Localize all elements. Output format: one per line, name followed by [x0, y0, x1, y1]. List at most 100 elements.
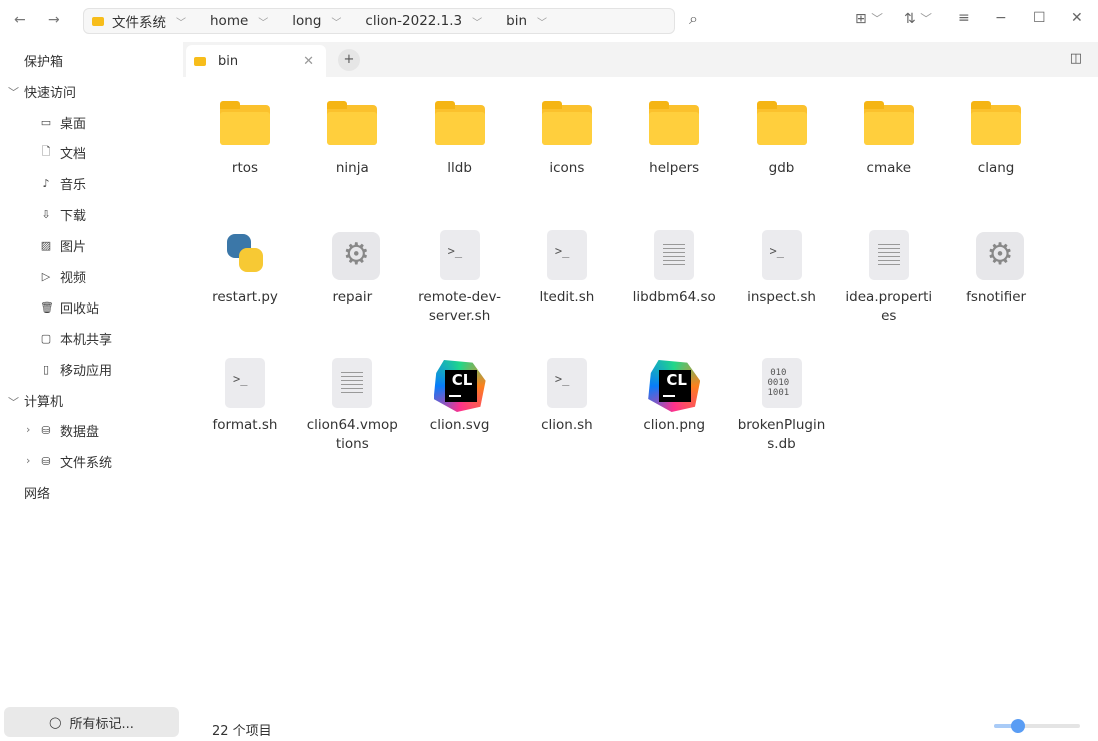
chevron-down-icon[interactable]: ﹀ [331, 14, 341, 29]
breadcrumb-label: home [210, 13, 249, 29]
file-item[interactable]: rtos [195, 101, 295, 178]
file-item[interactable]: cmake [839, 101, 939, 178]
file-item[interactable]: idea.properties [839, 229, 939, 326]
breadcrumb-label: bin [506, 13, 528, 29]
file-name: lldb [447, 160, 472, 176]
chevron-down-icon[interactable]: ﹀ [8, 84, 19, 100]
text-file-icon [654, 229, 695, 280]
file-name: helpers [649, 160, 700, 176]
file-name: clion.sh [541, 417, 593, 433]
file-item[interactable]: helpers [624, 101, 724, 178]
sidebar-item[interactable]: ▯ 移动应用 [40, 357, 112, 381]
file-item[interactable]: ⚙ repair [302, 230, 402, 307]
file-item[interactable]: libdbm64.so [624, 229, 724, 307]
sidebar-item-label: 桌面 [60, 116, 87, 132]
file-name: cmake [866, 160, 912, 176]
sidebar-item-network[interactable]: 网络 [24, 480, 50, 504]
sort-button[interactable]: ⇅ ﹀ [904, 10, 932, 27]
file-name: brokenPlugins.db [737, 417, 826, 452]
file-item[interactable]: ⚙ fsnotifier [946, 230, 1046, 307]
breadcrumb-item[interactable]: long ﹀ [292, 13, 341, 29]
gear-icon: ⚙ [976, 231, 1025, 280]
file-item[interactable]: >_ inspect.sh [732, 229, 832, 307]
file-grid: rtos ninja lldb icons helpers gdb cmake clang re… [183, 77, 1098, 741]
file-item[interactable]: lldb [410, 101, 510, 178]
sidebar-item[interactable]: ▭ 桌面 [40, 110, 86, 134]
all-tags-label: 所有标记... [69, 716, 134, 732]
file-item[interactable]: 010 0010 1001 brokenPlugins.db [732, 358, 832, 454]
file-item[interactable]: >_ remote-dev-server.sh [410, 229, 510, 326]
maximize-button[interactable]: ☐ [1033, 10, 1046, 26]
sidebar-item-data-disk[interactable]: ⛁ 数据盘 [40, 418, 99, 442]
forward-button[interactable]: → [48, 12, 60, 28]
minimize-button[interactable]: − [995, 10, 1007, 26]
detail-panel-icon[interactable]: ◫ [1070, 51, 1082, 66]
breadcrumb-label: clion-2022.1.3 [365, 13, 463, 29]
sidebar-section-computer[interactable]: 计算机 [24, 388, 63, 412]
file-name: ltedit.sh [539, 288, 595, 305]
sidebar-item-label: 文件系统 [60, 455, 113, 471]
download-icon: ⇩ [41, 208, 51, 222]
file-name: gdb [768, 160, 795, 176]
file-item[interactable]: ninja [302, 101, 402, 178]
chevron-down-icon[interactable]: ﹀ [8, 394, 19, 410]
breadcrumb-item[interactable]: bin ﹀ [506, 13, 547, 29]
script-file-icon: >_ [225, 358, 265, 408]
chevron-right-icon[interactable]: › [26, 454, 30, 467]
close-tab-icon[interactable]: ✕ [303, 54, 314, 69]
sidebar-item[interactable]: ▢ 本机共享 [40, 326, 112, 350]
sidebar-item-vault[interactable]: 保护箱 [24, 48, 63, 72]
breadcrumb-item[interactable]: clion-2022.1.3 ﹀ [365, 13, 482, 29]
file-item[interactable]: clion64.vmoptions [302, 358, 402, 454]
tab-bin[interactable]: bin ✕ [186, 45, 326, 77]
sidebar-item-label: 音乐 [60, 178, 87, 194]
file-item[interactable]: restart.py [195, 230, 295, 307]
file-name: format.sh [212, 417, 278, 433]
sidebar-item[interactable]: ▷ 视频 [40, 265, 86, 289]
back-button[interactable]: ← [14, 12, 26, 28]
chevron-down-icon[interactable]: ﹀ [258, 14, 268, 29]
sidebar-section-quick-access[interactable]: 快速访问 [24, 79, 76, 103]
sidebar-item-filesystem[interactable]: ⛁ 文件系统 [40, 449, 112, 473]
phone-icon: ▯ [42, 362, 50, 376]
sidebar-item[interactable]: ⇩ 下载 [40, 203, 86, 227]
file-item[interactable]: clang [946, 101, 1046, 178]
file-item[interactable]: gdb [732, 101, 832, 178]
breadcrumb-item[interactable]: home ﹀ [210, 13, 268, 29]
file-item[interactable]: >_ clion.sh [517, 358, 617, 435]
chevron-right-icon[interactable]: › [26, 423, 30, 436]
icon-view-button[interactable]: ⊞ ﹀ [855, 10, 883, 27]
slider-handle[interactable] [1011, 719, 1026, 733]
chevron-down-icon[interactable]: ﹀ [176, 14, 186, 29]
all-tags-button[interactable]: ◯ 所有标记... [4, 707, 179, 737]
document-icon: 🗋 [41, 145, 51, 159]
chevron-down-icon[interactable]: ﹀ [537, 14, 547, 29]
python-file-icon [227, 233, 265, 274]
folder-icon [649, 101, 700, 145]
sidebar-item[interactable]: ▨ 图片 [40, 234, 86, 258]
disk-icon: ⛁ [41, 423, 51, 437]
folder-icon [327, 101, 378, 145]
breadcrumb: 文件系统 ﹀ home ﹀ long ﹀ clion-2022.1.3 ﹀ bin ﹀ [83, 8, 675, 34]
icon-size-slider[interactable] [994, 719, 1080, 733]
script-file-icon: >_ [761, 229, 802, 280]
clion-logo-icon: CL [433, 360, 486, 412]
sidebar-item[interactable]: 🗑 回收站 [40, 295, 99, 319]
sidebar-item-label: 本机共享 [60, 332, 113, 348]
gear-icon: ⚙ [332, 231, 381, 280]
file-item[interactable]: CL clion.svg [410, 358, 510, 435]
file-item[interactable]: icons [517, 101, 617, 178]
text-file-icon [868, 229, 909, 280]
file-item[interactable]: CL clion.png [624, 358, 724, 435]
file-item[interactable]: >_ ltedit.sh [517, 229, 617, 307]
menu-icon[interactable]: ≡ [958, 10, 970, 26]
sidebar-item[interactable]: ♪ 音乐 [40, 172, 86, 196]
search-icon[interactable]: ⌕ [689, 9, 698, 29]
breadcrumb-item[interactable]: 文件系统 ﹀ [92, 11, 186, 31]
sidebar-item-label: 保护箱 [24, 54, 64, 70]
sidebar-item[interactable]: 🗋 文档 [40, 141, 86, 165]
new-tab-button[interactable]: + [338, 49, 360, 71]
close-button[interactable]: ✕ [1071, 10, 1083, 26]
file-item[interactable]: >_ format.sh [195, 358, 295, 435]
chevron-down-icon[interactable]: ﹀ [472, 14, 482, 29]
